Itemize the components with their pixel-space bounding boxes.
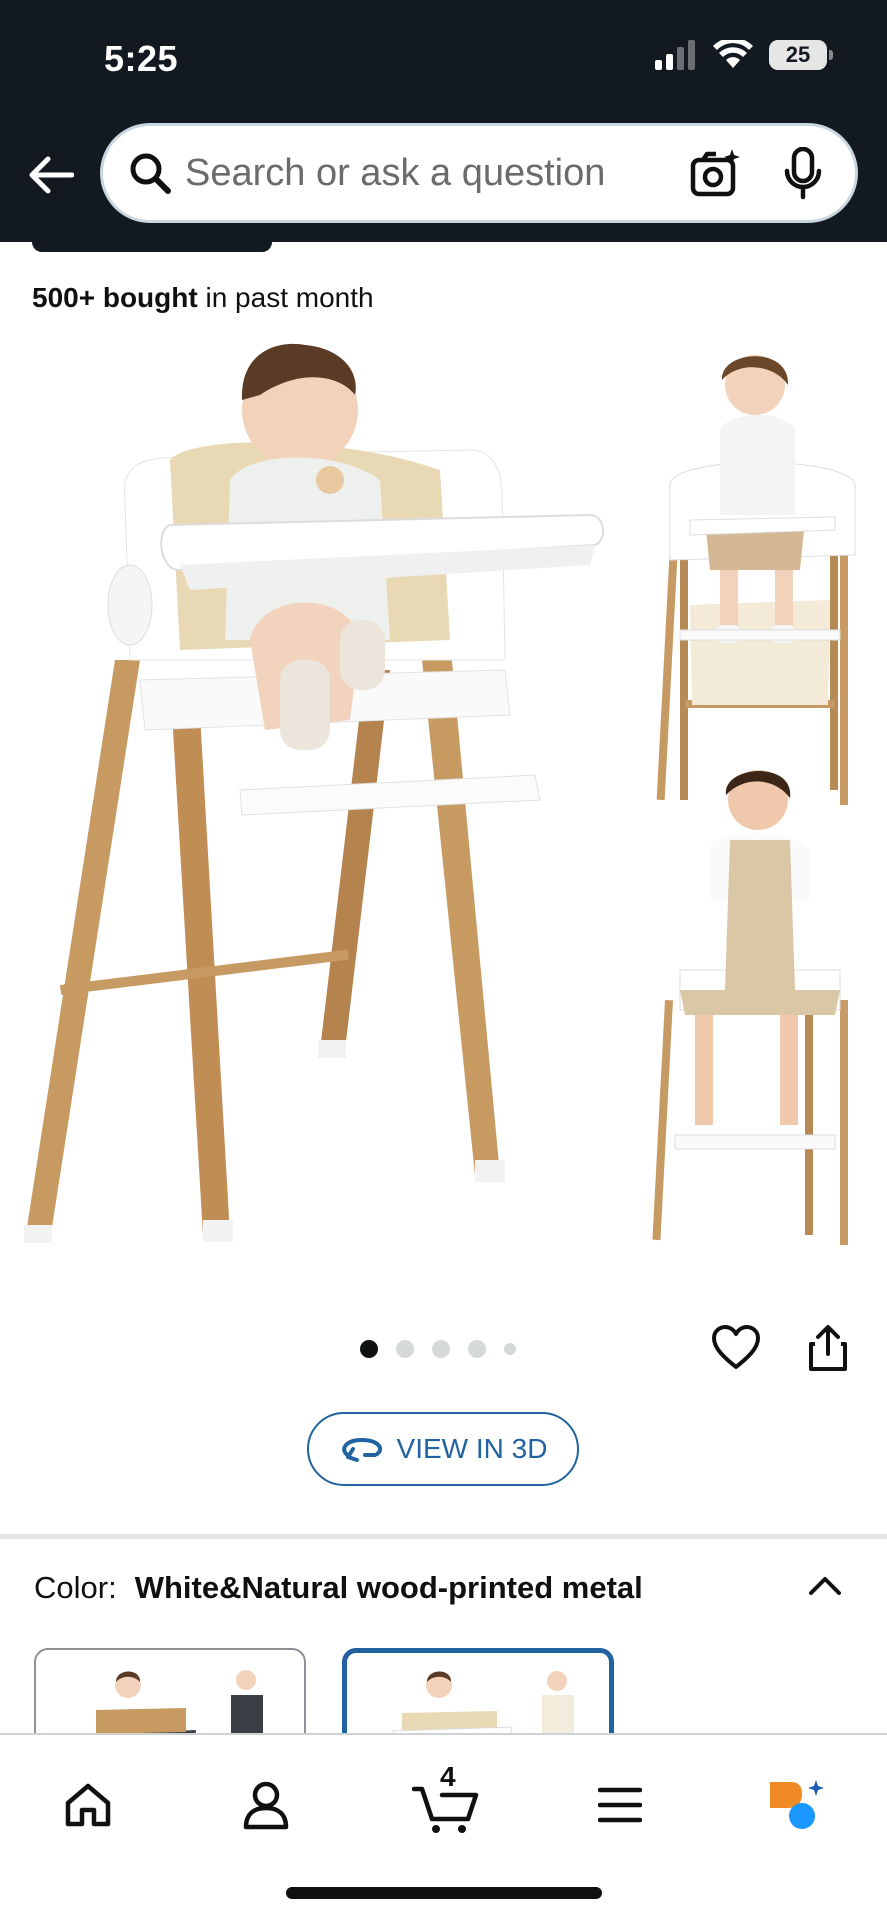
menu-icon xyxy=(598,1787,642,1823)
color-label: Color: xyxy=(34,1570,117,1605)
back-button[interactable] xyxy=(26,150,76,200)
home-indicator xyxy=(286,1887,602,1899)
product-page: 5:25 25 Search or ask a question 500+ bo… xyxy=(0,0,887,1920)
collapse-color-button[interactable] xyxy=(800,1560,850,1610)
color-value: White&Natural wood-printed metal xyxy=(134,1570,643,1605)
heart-icon xyxy=(712,1325,760,1369)
product-image-thumb-toddler[interactable] xyxy=(650,345,875,815)
bought-suffix: in past month xyxy=(197,282,374,313)
signal-icon xyxy=(655,40,695,70)
product-image-main[interactable] xyxy=(20,340,620,1260)
search-bar[interactable] xyxy=(100,123,858,223)
microphone-icon xyxy=(784,147,822,200)
carousel-dot[interactable] xyxy=(504,1343,516,1355)
nav-cart[interactable]: 4 xyxy=(402,1761,492,1845)
chevron-up-icon xyxy=(809,1577,841,1595)
carousel-dot-active[interactable] xyxy=(360,1340,378,1358)
carousel-dot[interactable] xyxy=(396,1340,414,1358)
carousel-dot[interactable] xyxy=(468,1340,486,1358)
camera-icon xyxy=(690,149,740,197)
nav-rufus[interactable] xyxy=(756,1765,836,1845)
search-input[interactable] xyxy=(185,151,655,195)
bought-in-past-month: 500+ bought in past month xyxy=(32,282,374,314)
home-icon xyxy=(65,1783,111,1827)
header-tab-edge xyxy=(32,236,272,252)
share-icon xyxy=(809,1325,847,1371)
wifi-icon xyxy=(713,40,753,68)
product-image-thumb-child[interactable] xyxy=(650,760,875,1260)
search-icon xyxy=(125,148,175,198)
nav-home[interactable] xyxy=(48,1765,128,1845)
nav-account[interactable] xyxy=(226,1765,306,1845)
status-icons: 25 xyxy=(653,40,833,70)
back-arrow-icon xyxy=(29,156,74,194)
share-button[interactable] xyxy=(800,1320,856,1376)
color-selector-header: Color: White&Natural wood-printed metal xyxy=(34,1570,643,1606)
view-in-3d-button[interactable]: VIEW IN 3D xyxy=(307,1412,579,1486)
nav-menu[interactable] xyxy=(580,1765,660,1845)
rufus-icon xyxy=(770,1780,824,1829)
voice-search-button[interactable] xyxy=(773,144,833,204)
status-time: 5:25 xyxy=(104,38,179,79)
account-icon xyxy=(243,1781,289,1830)
view-in-3d-label: VIEW IN 3D xyxy=(396,1433,548,1464)
carousel-dot[interactable] xyxy=(432,1340,450,1358)
wishlist-button[interactable] xyxy=(708,1320,764,1376)
battery-level: 25 xyxy=(785,42,811,67)
bought-count: 500+ bought xyxy=(32,282,198,313)
image-carousel-dots[interactable] xyxy=(360,1340,516,1358)
camera-search-button[interactable] xyxy=(685,144,745,204)
rotate-3d-icon xyxy=(341,1437,382,1462)
cart-count: 4 xyxy=(440,1761,456,1792)
battery-icon: 25 xyxy=(769,40,833,70)
header: 5:25 25 xyxy=(0,0,887,242)
section-divider xyxy=(0,1534,887,1539)
